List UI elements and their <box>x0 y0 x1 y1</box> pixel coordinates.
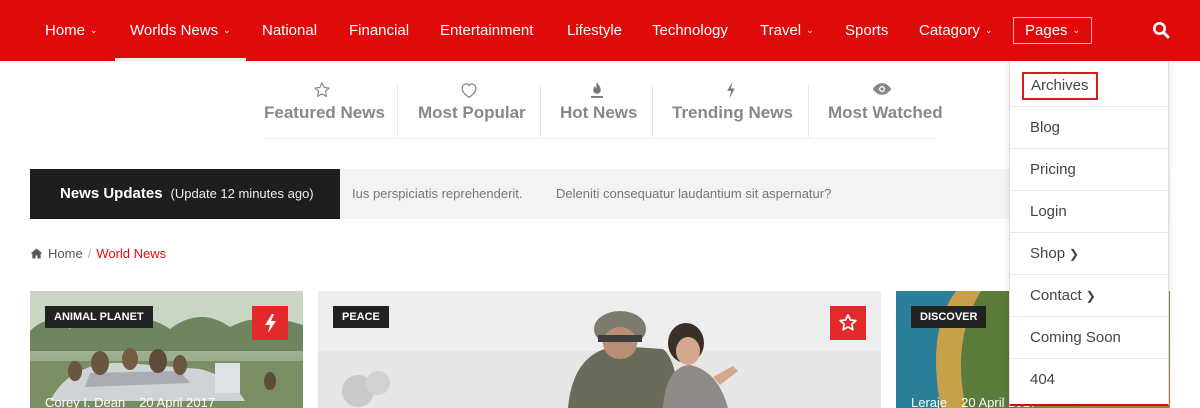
nav-item-technology[interactable]: Technology <box>652 0 728 61</box>
dropdown-item-pricing[interactable]: Pricing <box>1010 149 1168 191</box>
nav-item-label: Worlds News <box>130 22 219 39</box>
nav-item-label: National <box>262 22 318 39</box>
card-date: 20 April 2017 <box>139 395 216 408</box>
heart-outline-icon <box>418 81 520 103</box>
home-icon <box>30 248 43 259</box>
bolt-icon <box>265 314 276 333</box>
breadcrumb-home-link[interactable]: Home <box>48 246 83 261</box>
nav-item-label: Sports <box>845 22 889 39</box>
nav-item-travel[interactable]: Travel ⌄ <box>760 0 814 61</box>
breadcrumb-separator: / <box>87 246 92 261</box>
chevron-down-icon: ⌄ <box>90 25 98 35</box>
category-badge[interactable]: ANIMAL PLANET <box>45 306 153 328</box>
star-outline-icon <box>264 81 379 103</box>
chevron-down-icon: ⌄ <box>223 25 231 35</box>
tab-divider <box>808 85 809 137</box>
nav-item-label: Technology <box>652 22 728 39</box>
dropdown-item-label: Blog <box>1030 119 1061 136</box>
tab-label: Most Watched <box>828 103 943 122</box>
tab-divider <box>540 85 541 137</box>
nav-item-home[interactable]: Home ⌄ <box>45 0 98 61</box>
tab-most-watched[interactable]: Most Watched <box>828 81 943 133</box>
dropdown-item-label: Contact <box>1030 287 1082 304</box>
tab-hot-news[interactable]: Hot News <box>560 81 638 133</box>
news-card-image <box>318 291 881 408</box>
chevron-right-icon: ❯ <box>1085 289 1096 303</box>
fire-icon <box>560 81 634 103</box>
breadcrumb: Home / World News <box>30 246 166 264</box>
nav-item-label: Entertainment <box>440 22 534 39</box>
tab-label: Hot News <box>560 103 638 122</box>
tab-divider <box>397 85 398 137</box>
nav-item-worlds-news[interactable]: Worlds News ⌄ <box>115 0 246 61</box>
nav-item-label: Pages <box>1025 22 1068 39</box>
chevron-down-icon: ⌄ <box>984 25 993 35</box>
ticker-title: News Updates <box>60 185 163 202</box>
tab-trending-news[interactable]: Trending News <box>672 81 793 133</box>
search-icon[interactable] <box>1152 21 1170 39</box>
dropdown-item-label: Pricing <box>1030 161 1076 178</box>
pages-dropdown-menu: Archives Blog Pricing Login Shop ❯ Contac… <box>1009 61 1169 406</box>
tab-featured-news[interactable]: Featured News <box>264 81 385 133</box>
ticker-headline[interactable]: Deleniti consequatur laudantium sit aspe… <box>556 169 831 219</box>
eye-icon <box>828 81 936 103</box>
dropdown-item-label: Login <box>1030 203 1067 220</box>
featured-button[interactable] <box>830 306 866 340</box>
dropdown-item-coming-soon[interactable]: Coming Soon <box>1010 317 1168 359</box>
dropdown-item-label: Shop <box>1030 245 1066 262</box>
tab-divider <box>652 85 653 137</box>
dropdown-item-login[interactable]: Login <box>1010 191 1168 233</box>
chevron-down-icon: ⌄ <box>1072 25 1081 35</box>
news-card-peace[interactable]: PEACE <box>318 291 881 408</box>
star-outline-icon <box>839 314 857 331</box>
category-badge[interactable]: PEACE <box>333 306 389 328</box>
nav-item-sports[interactable]: Sports <box>845 0 888 61</box>
dropdown-item-label: Archives <box>1022 72 1098 100</box>
nav-item-label: Financial <box>349 22 410 39</box>
nav-item-pages[interactable]: Pages ⌄ <box>1013 17 1093 44</box>
dropdown-item-blog[interactable]: Blog <box>1010 107 1168 149</box>
top-navigation-bar: Home ⌄ Worlds News ⌄ National Financial En… <box>0 0 1200 61</box>
tab-label: Most Popular <box>418 103 526 122</box>
ticker-header: News Updates (Update 12 minutes ago) <box>30 169 340 219</box>
chevron-right-icon: ❯ <box>1069 247 1080 261</box>
nav-item-label: Catagory <box>919 22 980 39</box>
news-ticker: News Updates (Update 12 minutes ago) Ius … <box>30 169 1170 219</box>
nav-item-label: Travel <box>760 22 802 39</box>
bolt-icon <box>672 81 790 103</box>
dropdown-item-contact[interactable]: Contact ❯ <box>1010 275 1168 317</box>
nav-item-label: Home <box>45 22 86 39</box>
dropdown-item-label: 404 <box>1030 371 1056 388</box>
chevron-down-icon: ⌄ <box>806 25 814 35</box>
ticker-headline[interactable]: Ius perspiciatis reprehenderit. <box>352 169 523 219</box>
dropdown-item-404[interactable]: 404 <box>1010 359 1168 401</box>
hot-news-button[interactable] <box>252 306 288 340</box>
tab-most-popular[interactable]: Most Popular <box>418 81 526 133</box>
tab-label: Featured News <box>264 103 385 122</box>
news-filter-tabs: Featured News Most Popular Hot News Tren… <box>264 81 943 139</box>
dropdown-item-label: Coming Soon <box>1030 329 1121 346</box>
news-card-animal-planet[interactable]: ANIMAL PLANET Corey I. Dean 20 April 2017 <box>30 291 303 408</box>
nav-item-lifestyle[interactable]: Lifestyle <box>567 0 622 61</box>
dropdown-item-shop[interactable]: Shop ❯ <box>1010 233 1168 275</box>
category-badge[interactable]: DISCOVER <box>911 306 987 328</box>
card-author[interactable]: Corey I. Dean <box>45 395 125 408</box>
ticker-update-time: (Update 12 minutes ago) <box>170 186 314 201</box>
tab-label: Trending News <box>672 103 793 122</box>
dropdown-item-archives[interactable]: Archives <box>1010 65 1168 107</box>
card-author[interactable]: Leraje <box>911 395 947 408</box>
nav-item-label: Lifestyle <box>567 22 623 39</box>
nav-item-entertainment[interactable]: Entertainment <box>440 0 533 61</box>
nav-item-national[interactable]: National <box>262 0 317 61</box>
breadcrumb-current: World News <box>96 246 167 261</box>
nav-item-catagory[interactable]: Catagory ⌄ <box>919 0 992 61</box>
nav-item-financial[interactable]: Financial <box>349 0 409 61</box>
card-meta: Corey I. Dean 20 April 2017 <box>45 395 229 408</box>
